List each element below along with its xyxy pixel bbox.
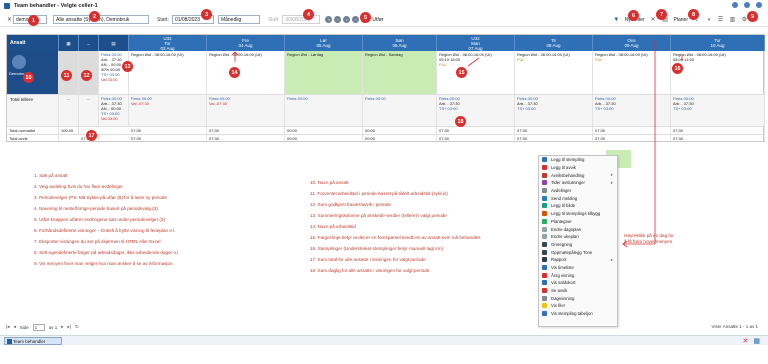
marker-11: 11 <box>61 70 72 81</box>
footer-icons: ✕ ▦ <box>743 337 761 345</box>
last-page-icon[interactable]: ▸| <box>68 324 71 330</box>
report-icon <box>542 257 547 263</box>
menu-item[interactable]: Oppmøtepålegg Tone <box>539 248 617 256</box>
marker-16: 16 <box>672 63 683 74</box>
menu-item[interactable]: Send melding <box>539 194 617 202</box>
marker-15: 15 <box>456 67 467 78</box>
close-all-icon[interactable]: ✕ <box>743 337 749 345</box>
page-label: Side <box>19 324 29 330</box>
note-item: 18. Sum daglig for alle ansatte i visnin… <box>310 268 430 273</box>
marker-4: 4 <box>303 9 314 20</box>
menu-item[interactable]: Vis filer <box>539 302 617 310</box>
note-item: 12. Sum godkjent fravær/avvik i periode <box>310 202 391 207</box>
note-item: 14. Navn på arbeidstid <box>310 224 356 229</box>
tab-icon <box>7 339 12 344</box>
note-item: 6. Forhåndsdefinerte visninger – Enkelt … <box>34 228 176 233</box>
menu-item[interactable]: Endre ukeplan <box>539 233 617 241</box>
note-item: 16. Stemplinger (Understreket stemplinge… <box>310 246 444 251</box>
marker-8: 8 <box>688 9 699 20</box>
menu-item[interactable]: Plantegner <box>539 218 617 226</box>
marker-3: 3 <box>201 9 212 20</box>
attendance-icon <box>542 249 547 255</box>
menu-item[interactable]: Avviksbehandling ▸ <box>539 171 617 179</box>
note-item: 2. Velg avdeling hvis du har flere avdel… <box>34 184 123 189</box>
marker-12: 12 <box>81 70 92 81</box>
page-count: av 1 <box>48 324 58 330</box>
context-menu-note: Høyreklikk på en dag for å få frem hoved… <box>624 233 674 244</box>
balance-card-icon <box>542 280 547 286</box>
context-menu: Legg til stempling Legg til avvik Avviks… <box>538 155 618 327</box>
note-item: 8. Sett egendefinerte farger på arbeidsd… <box>34 250 180 255</box>
menu-item[interactable]: Dagsvisning <box>539 294 617 302</box>
marker-5: 5 <box>360 12 371 23</box>
stamp-icon <box>542 157 547 163</box>
menu-item[interactable]: Vis saldokort <box>539 279 617 287</box>
menu-item[interactable]: Omregning <box>539 241 617 249</box>
note-item: 5. Utfør knappen utfører endringene satt… <box>34 217 165 222</box>
day-plan-icon <box>542 226 547 232</box>
marker-1: 1 <box>28 15 39 26</box>
addon-icon <box>542 211 547 217</box>
page-input[interactable]: 1 <box>32 323 45 331</box>
marker-2: 2 <box>89 11 100 22</box>
menu-item[interactable]: Vis stempling tabeljon <box>539 310 617 318</box>
record-count: Viser Ansatte 1 - 1 av 1 <box>711 324 758 329</box>
notes-right: 10. Navn på ansatt 11. Forventet arbeids… <box>310 180 481 279</box>
menu-item[interactable]: Legg til stemplings tilbygg <box>539 210 617 218</box>
next-page-icon[interactable]: ▸ <box>61 324 63 330</box>
menu-item[interactable]: Legg til bilde <box>539 202 617 210</box>
prev-page-icon[interactable]: ◂ <box>13 324 15 330</box>
note-item: 4. Navering til neste/forrige periode ba… <box>34 206 158 211</box>
note-item: 10. Navn på ansatt <box>310 180 349 185</box>
note-item: 7. Eksporter visningen du ser på skjerme… <box>34 239 161 244</box>
day-view-icon <box>542 295 547 301</box>
note-item: 13. Summeringskolonne på ønskede verdier… <box>310 213 447 218</box>
image-icon <box>542 203 547 209</box>
marker-10: 10 <box>23 72 34 83</box>
marker-18: 18 <box>455 116 466 127</box>
notes-left: 1. Søk på ansatt 2. Velg avdeling hvis d… <box>34 173 180 272</box>
deviation-handling-icon <box>542 172 547 178</box>
department-icon <box>542 188 547 194</box>
note-item: 11. Forventet arbeidstid i periode baser… <box>310 191 448 196</box>
note-item: 1. Søk på ansatt <box>34 173 68 178</box>
marker-6: 6 <box>628 10 639 21</box>
menu-item[interactable]: Tider avslutninger ▸ <box>539 179 617 187</box>
menu-item[interactable]: Endre dagsplan <box>539 225 617 233</box>
window-tab[interactable]: Team behandler <box>4 337 62 345</box>
menu-item[interactable]: Se avvik <box>539 287 617 295</box>
recalc-icon <box>542 241 547 247</box>
note-item: 17. Sum total for alle ansatte i visning… <box>310 257 426 262</box>
year-view-icon <box>542 272 547 278</box>
tab-label: Team behandler <box>13 338 46 344</box>
week-plan-icon <box>542 234 547 240</box>
marker-14: 14 <box>229 67 240 78</box>
time-icon <box>542 180 547 186</box>
menu-item[interactable]: Vis timeliste <box>539 264 617 272</box>
first-page-icon[interactable]: |◂ <box>6 324 9 330</box>
menu-item[interactable]: Rapport ▸ <box>539 256 617 264</box>
refresh-icon[interactable]: ↻ <box>75 324 79 330</box>
note-item: 3. Periodevelger (PS: Må trykke på utfør… <box>34 195 168 200</box>
marker-7: 7 <box>656 9 667 20</box>
timesheet-icon <box>542 264 547 270</box>
note-item: 15. Farget linje betyr at det er en fore… <box>310 235 481 240</box>
files-icon <box>542 303 547 309</box>
plan-icon <box>542 218 547 224</box>
status-bar: Team behandler ✕ ▦ <box>0 335 768 345</box>
stamp-table-icon <box>542 311 547 317</box>
message-icon <box>542 195 547 201</box>
menu-item[interactable]: Avdelinger <box>539 187 617 195</box>
menu-item[interactable]: Legg til avvik <box>539 164 617 172</box>
marker-9: 9 <box>747 11 758 22</box>
window-list-icon[interactable]: ▦ <box>753 337 760 345</box>
menu-item[interactable]: Årsg visning <box>539 271 617 279</box>
marker-17: 17 <box>86 130 97 141</box>
menu-item[interactable]: Legg til stempling <box>539 156 617 164</box>
note-item: 9. Vis menyen hvor man velger hva man øn… <box>34 261 174 266</box>
pager: |◂ ◂ Side 1 av 1 ▸ ▸| ↻ <box>6 322 79 332</box>
see-deviation-icon <box>542 288 547 294</box>
deviation-icon <box>542 165 547 171</box>
marker-13: 13 <box>122 61 133 72</box>
